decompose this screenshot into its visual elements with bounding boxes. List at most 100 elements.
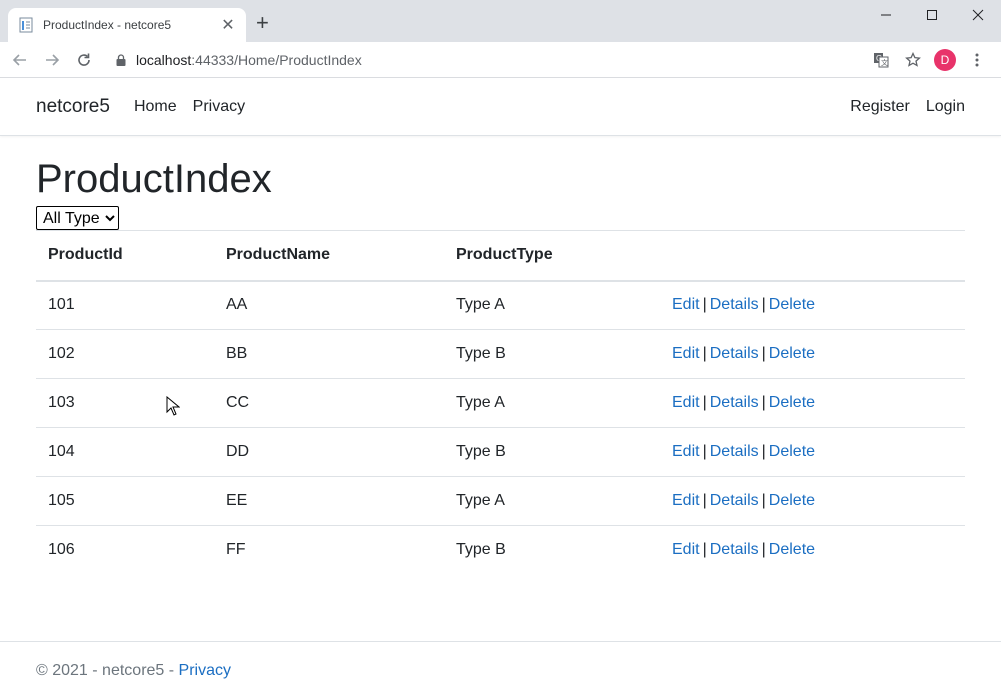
lock-icon bbox=[116, 53, 126, 66]
url-field[interactable]: localhost:44333/Home/ProductIndex bbox=[116, 52, 865, 68]
cell-product-id: 102 bbox=[36, 329, 214, 379]
table-header-row: ProductId ProductName ProductType bbox=[36, 230, 965, 282]
separator: | bbox=[702, 345, 707, 362]
table-row: 105 EE Type A Edit | Details | Delete bbox=[36, 476, 965, 526]
avatar: D bbox=[934, 48, 956, 71]
cell-actions: Edit | Details | Delete bbox=[660, 329, 965, 379]
translate-icon[interactable]: G文 bbox=[865, 46, 897, 74]
separator: | bbox=[761, 492, 766, 509]
profile-avatar[interactable]: D bbox=[929, 46, 961, 74]
nav-right: Register Login bbox=[834, 98, 965, 116]
back-icon[interactable] bbox=[8, 48, 32, 72]
tab-title: ProductIndex - netcore5 bbox=[43, 18, 172, 32]
table-row: 106 FF Type B Edit | Details | Delete bbox=[36, 526, 965, 575]
cell-actions: Edit | Details | Delete bbox=[660, 526, 965, 575]
separator: | bbox=[761, 296, 766, 314]
edit-link[interactable]: Edit bbox=[672, 541, 700, 558]
reload-icon[interactable] bbox=[72, 48, 96, 72]
details-link[interactable]: Details bbox=[710, 394, 759, 411]
forward-icon[interactable] bbox=[40, 48, 64, 72]
separator: | bbox=[761, 443, 766, 460]
cell-product-id: 104 bbox=[36, 427, 214, 477]
cell-actions: Edit | Details | Delete bbox=[660, 280, 965, 330]
column-header-type: ProductType bbox=[444, 230, 660, 282]
site-footer: © 2021 - netcore5 - Privacy bbox=[0, 641, 1001, 699]
site-navbar: netcore5 Home Privacy Register Login bbox=[0, 78, 1001, 136]
browser-tab[interactable]: ProductIndex - netcore5 ✕ bbox=[8, 8, 246, 42]
browser-titlebar: ProductIndex - netcore5 ✕ + bbox=[0, 0, 1001, 42]
cell-product-name: FF bbox=[226, 541, 246, 559]
bookmark-star-icon[interactable] bbox=[897, 46, 929, 74]
mouse-cursor-icon bbox=[166, 396, 180, 416]
cell-product-name: DD bbox=[214, 427, 444, 477]
cell-product-id: 106 bbox=[48, 541, 75, 559]
window-controls bbox=[863, 0, 1001, 30]
separator: | bbox=[702, 296, 707, 314]
cell-actions: Edit | Details | Delete bbox=[660, 427, 965, 477]
edit-link[interactable]: Edit bbox=[672, 394, 700, 411]
cell-actions: Edit | Details | Delete bbox=[660, 378, 965, 428]
page-icon bbox=[19, 17, 33, 33]
separator: | bbox=[761, 345, 766, 362]
delete-link[interactable]: Delete bbox=[769, 541, 815, 558]
cell-product-id: 105 bbox=[36, 476, 214, 526]
delete-link[interactable]: Delete bbox=[769, 296, 815, 313]
cell-product-type: Type B bbox=[444, 329, 660, 379]
footer-text: © 2021 - netcore5 - bbox=[36, 662, 179, 679]
nav-link-privacy[interactable]: Privacy bbox=[193, 98, 245, 116]
footer-privacy-link[interactable]: Privacy bbox=[179, 662, 231, 679]
new-tab-icon[interactable]: + bbox=[256, 12, 269, 34]
delete-link[interactable]: Delete bbox=[769, 345, 815, 362]
cell-product-type: Type A bbox=[444, 378, 660, 428]
details-link[interactable]: Details bbox=[710, 443, 759, 460]
cell-product-id: 101 bbox=[36, 280, 214, 330]
table-row: 104 DD Type B Edit | Details | Delete bbox=[36, 427, 965, 477]
edit-link[interactable]: Edit bbox=[672, 296, 700, 313]
brand-link[interactable]: netcore5 bbox=[36, 96, 110, 118]
cell-product-name: CC bbox=[214, 378, 444, 428]
cell-product-type: Type B bbox=[456, 541, 506, 559]
separator: | bbox=[761, 541, 766, 559]
delete-link[interactable]: Delete bbox=[769, 492, 815, 509]
cell-product-name: AA bbox=[214, 280, 444, 330]
edit-link[interactable]: Edit bbox=[672, 443, 700, 460]
details-link[interactable]: Details bbox=[710, 345, 759, 362]
separator: | bbox=[702, 443, 707, 460]
details-link[interactable]: Details bbox=[710, 492, 759, 509]
close-window-icon[interactable] bbox=[955, 0, 1001, 30]
menu-icon[interactable] bbox=[961, 46, 993, 74]
main-content: ProductIndex All Type ProductId ProductN… bbox=[0, 156, 1001, 575]
url-text: localhost:44333/Home/ProductIndex bbox=[136, 51, 362, 68]
nav-link-home[interactable]: Home bbox=[134, 98, 177, 116]
separator: | bbox=[761, 394, 766, 411]
separator: | bbox=[702, 541, 707, 559]
maximize-icon[interactable] bbox=[909, 0, 955, 30]
cell-product-name: EE bbox=[214, 476, 444, 526]
column-header-actions bbox=[660, 230, 965, 282]
details-link[interactable]: Details bbox=[710, 296, 759, 313]
table-row: 102 BB Type B Edit | Details | Delete bbox=[36, 329, 965, 379]
minimize-icon[interactable] bbox=[863, 0, 909, 30]
page-title: ProductIndex bbox=[36, 157, 272, 201]
table-row: 101 AA Type A Edit | Details | Delete bbox=[36, 280, 965, 330]
address-bar: localhost:44333/Home/ProductIndex G文 D bbox=[0, 42, 1001, 78]
cell-product-id: 103 bbox=[36, 378, 214, 428]
edit-link[interactable]: Edit bbox=[672, 492, 700, 509]
cell-actions: Edit | Details | Delete bbox=[660, 476, 965, 526]
type-filter-select[interactable]: All Type bbox=[36, 206, 119, 230]
column-header-id: ProductId bbox=[36, 230, 214, 282]
nav-link-login[interactable]: Login bbox=[926, 98, 965, 116]
svg-text:文: 文 bbox=[881, 58, 888, 67]
nav-link-register[interactable]: Register bbox=[850, 98, 910, 116]
close-tab-icon[interactable]: ✕ bbox=[220, 15, 236, 35]
cell-product-type: Type A bbox=[444, 476, 660, 526]
cell-product-type: Type A bbox=[444, 280, 660, 330]
edit-link[interactable]: Edit bbox=[672, 345, 700, 362]
delete-link[interactable]: Delete bbox=[769, 443, 815, 460]
delete-link[interactable]: Delete bbox=[769, 394, 815, 411]
details-link[interactable]: Details bbox=[710, 541, 759, 558]
separator: | bbox=[702, 492, 707, 509]
toolbar-right: G文 D bbox=[865, 46, 993, 74]
column-header-name: ProductName bbox=[214, 230, 444, 282]
separator: | bbox=[702, 394, 707, 411]
